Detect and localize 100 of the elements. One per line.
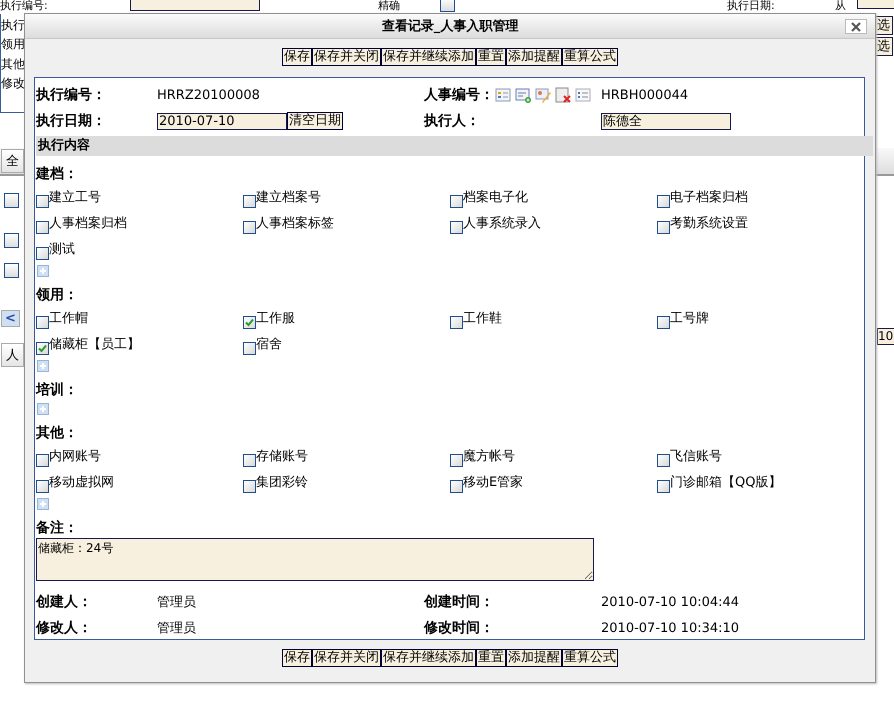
- tab[interactable]: 人: [1, 343, 24, 367]
- form-add-icon[interactable]: [515, 86, 532, 104]
- group-title: 培训：: [36, 382, 78, 398]
- toolbar-button[interactable]: 重算公式: [562, 48, 618, 66]
- filter-label: 执行编号:: [0, 0, 48, 12]
- checkbox-label: 考勤系统设置: [670, 215, 748, 232]
- checkbox-label: 魔方帐号: [463, 448, 515, 465]
- checkbox[interactable]: [243, 342, 256, 355]
- checkbox[interactable]: [450, 454, 463, 467]
- checkbox-label: 人事系统录入: [463, 215, 541, 232]
- close-button[interactable]: [845, 19, 867, 34]
- toolbar-button[interactable]: 添加提醒: [506, 649, 562, 667]
- row-checkbox[interactable]: [4, 263, 19, 278]
- toolbar-button[interactable]: 重算公式: [562, 649, 618, 667]
- date-label: 执行日期:: [727, 0, 775, 12]
- checkbox-label: 存储账号: [256, 448, 308, 465]
- field-value: 管理员: [157, 620, 197, 638]
- checkbox[interactable]: [36, 221, 49, 234]
- toolbar-button[interactable]: 保存并关闭: [312, 649, 381, 667]
- checkbox[interactable]: [243, 480, 256, 493]
- checkbox[interactable]: [36, 247, 49, 260]
- row-checkbox[interactable]: [4, 233, 19, 248]
- checkbox-label: 建立档案号: [256, 189, 321, 206]
- field-value: 2010-07-10 10:34:10: [601, 620, 740, 638]
- page-size-field[interactable]: 10: [877, 328, 894, 345]
- checkbox-label: 工作帽: [49, 310, 88, 327]
- dialog-title: 查看记录_人事入职管理: [382, 18, 518, 35]
- group-title: 领用：: [36, 287, 78, 303]
- checkbox[interactable]: [450, 316, 463, 329]
- checkbox[interactable]: [657, 221, 670, 234]
- checkbox-label: 人事档案归档: [49, 215, 127, 232]
- checkbox[interactable]: [36, 454, 49, 467]
- checkbox[interactable]: [450, 195, 463, 208]
- checkbox-label: 内网账号: [49, 448, 101, 465]
- toolbar-button[interactable]: 保存并继续添加: [381, 48, 476, 66]
- checkbox[interactable]: [450, 480, 463, 493]
- executor-field[interactable]: 陈德全: [601, 112, 731, 130]
- checkbox-label: 建立工号: [49, 189, 101, 206]
- checkbox[interactable]: [657, 454, 670, 467]
- note-label: 备注：: [36, 520, 78, 536]
- field-value: 管理员: [157, 594, 197, 612]
- toolbar-button[interactable]: 添加提醒: [506, 48, 562, 66]
- filter-label: 修改: [1, 76, 25, 90]
- checkbox-label: 工作服: [256, 310, 295, 327]
- close-icon: [851, 22, 861, 32]
- filter-label: 其他: [1, 57, 25, 71]
- row-checkbox[interactable]: [4, 193, 19, 208]
- section-header: 执行内容: [36, 136, 873, 156]
- list-icon[interactable]: [575, 86, 592, 104]
- checkbox[interactable]: [243, 454, 256, 467]
- field-label: 修改时间：: [424, 619, 495, 638]
- group-title: 其他：: [36, 425, 78, 441]
- checkbox[interactable]: [243, 316, 256, 329]
- toolbar-button[interactable]: 保存并关闭: [312, 48, 381, 66]
- toolbar-button[interactable]: 保存: [282, 48, 312, 66]
- toolbar-button[interactable]: 保存并继续添加: [381, 649, 476, 667]
- field-label: 创建人：: [36, 593, 93, 612]
- delete-icon[interactable]: [555, 86, 572, 104]
- field-label: 修改人：: [36, 619, 93, 638]
- field-label: 创建时间：: [424, 593, 495, 612]
- match-checkbox[interactable]: [440, 0, 455, 12]
- input-field[interactable]: [130, 0, 260, 11]
- match-label: 精确: [378, 0, 400, 12]
- checkbox[interactable]: [243, 221, 256, 234]
- checkbox[interactable]: [657, 480, 670, 493]
- checkbox-label: 人事档案标签: [256, 215, 334, 232]
- checkbox[interactable]: [243, 195, 256, 208]
- scroll-left-button[interactable]: <: [1, 310, 20, 327]
- toolbar-button[interactable]: 保存: [282, 649, 312, 667]
- filter-label: 领用: [1, 37, 25, 51]
- toolbar-button[interactable]: 重置: [476, 649, 506, 667]
- checkbox[interactable]: [36, 316, 49, 329]
- checkbox-label: 工号牌: [670, 310, 709, 327]
- checkbox-label: 门诊邮箱【QQ版】: [670, 474, 782, 491]
- checkbox-label: 飞信账号: [670, 448, 722, 465]
- checkbox[interactable]: [36, 195, 49, 208]
- checkbox-label: 测试: [49, 241, 75, 258]
- filter-label: 执行: [1, 18, 25, 32]
- tab[interactable]: 全: [1, 149, 24, 173]
- checkbox-label: 宿舍: [256, 336, 282, 353]
- checkbox-label: 电子档案归档: [670, 189, 748, 206]
- date-field[interactable]: [857, 0, 894, 9]
- note-field[interactable]: 储藏柜：24号: [36, 538, 594, 581]
- checkbox[interactable]: [450, 221, 463, 234]
- checkbox-label: 储藏柜【员工】: [49, 336, 140, 353]
- from-label: 从: [835, 0, 846, 12]
- checkbox[interactable]: [657, 195, 670, 208]
- edit-icon[interactable]: [535, 86, 552, 104]
- checkbox[interactable]: [36, 342, 49, 355]
- checkbox-label: 工作鞋: [463, 310, 502, 327]
- group-title: 建档：: [36, 166, 78, 182]
- checkbox-label: 档案电子化: [463, 189, 528, 206]
- field-value: HRRZ20100008: [157, 86, 261, 104]
- checkbox[interactable]: [657, 316, 670, 329]
- form-icon[interactable]: [495, 86, 512, 104]
- field-label: 执行编号：: [36, 86, 107, 105]
- toolbar-button[interactable]: 重置: [476, 48, 506, 66]
- date-field[interactable]: 2010-07-10: [157, 112, 287, 130]
- checkbox[interactable]: [36, 480, 49, 493]
- clear-date-button[interactable]: 清空日期: [287, 112, 343, 130]
